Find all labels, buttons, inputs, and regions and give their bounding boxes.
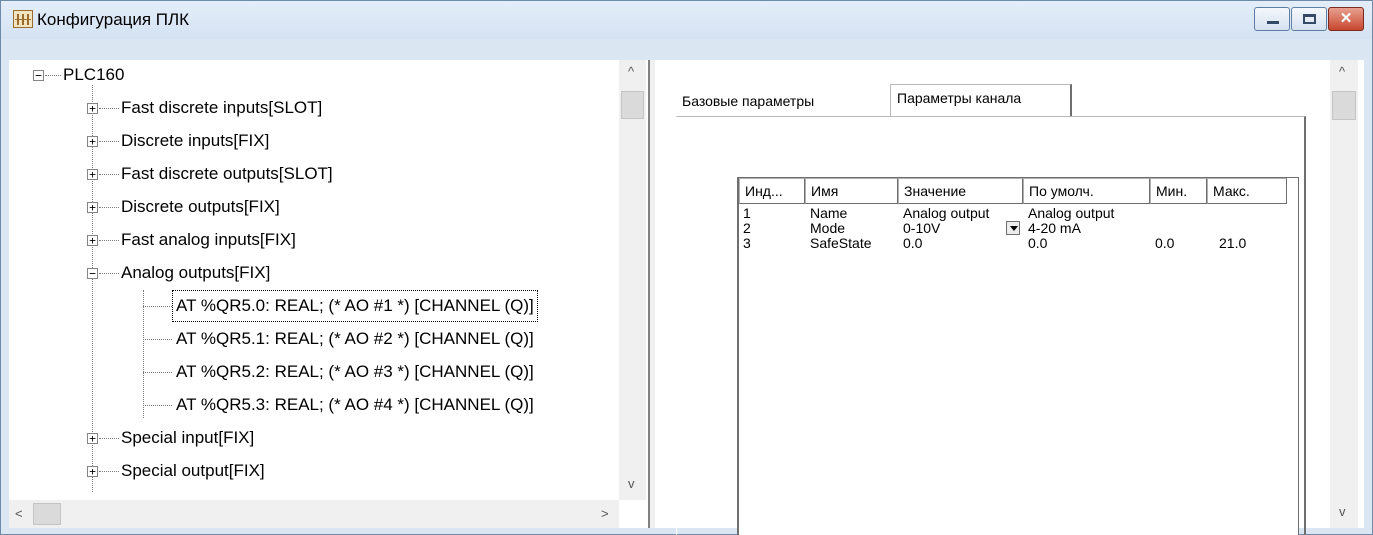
tree-item-label: Analog outputs[FIX] <box>121 263 271 282</box>
cell-index: 2 <box>743 220 751 236</box>
expand-icon[interactable]: + <box>87 103 98 114</box>
tree-item-label: Discrete inputs[FIX] <box>121 131 270 150</box>
cell-max: 21.0 <box>1219 235 1247 251</box>
tree-channel-label: AT %QR5.0: REAL; (* AO #1 *) [CHANNEL (Q… <box>172 290 538 322</box>
close-icon: ✕ <box>1339 10 1353 27</box>
grid-header: Инд... Имя Значение По умолч. Мин. Макс. <box>739 178 1298 204</box>
tab-base-params[interactable]: Базовые параметры <box>676 88 890 116</box>
scroll-right-icon[interactable]: > <box>601 506 609 521</box>
tree-channel-label: AT %QR5.3: REAL; (* AO #4 *) [CHANNEL (Q… <box>176 395 534 414</box>
cell-default: Analog output <box>1028 205 1115 221</box>
title-bar[interactable]: Конфигурация ПЛК ✕ <box>1 1 1372 39</box>
column-header-index[interactable]: Инд... <box>739 178 805 204</box>
tree-item-label: Fast discrete inputs[SLOT] <box>121 98 323 117</box>
tree-item-label: Special input[FIX] <box>121 428 255 447</box>
tree-root-label: PLC160 <box>63 65 125 84</box>
scrollbar-thumb[interactable] <box>1332 91 1356 120</box>
minimize-icon <box>1267 21 1279 24</box>
maximize-icon <box>1303 14 1316 24</box>
tab-channel-params[interactable]: Параметры канала <box>890 84 1072 117</box>
collapse-icon[interactable]: − <box>87 268 98 279</box>
tree-item-label: Fast analog inputs[FIX] <box>121 230 296 249</box>
tree-horizontal-scrollbar[interactable]: < > <box>9 500 619 528</box>
scroll-down-icon[interactable]: v <box>628 476 635 491</box>
cell-value[interactable]: 0-10V <box>903 221 940 236</box>
cell-name: SafeState <box>810 235 872 251</box>
tree-item-label: Discrete outputs[FIX] <box>121 197 280 216</box>
client-area: − PLC160 + Fast discrete inputs[SLOT] + … <box>9 60 1364 535</box>
scroll-up-icon[interactable]: ^ <box>1339 64 1345 79</box>
cell-index: 3 <box>743 235 751 251</box>
column-header-default[interactable]: По умолч. <box>1023 178 1150 204</box>
cell-value[interactable]: Analog output <box>903 206 989 221</box>
params-vertical-scrollbar[interactable]: ^ v <box>1330 60 1358 528</box>
scroll-left-icon[interactable]: < <box>15 506 23 521</box>
cell-default: 4-20 mA <box>1028 220 1081 236</box>
channel-params-grid[interactable]: Инд... Имя Значение По умолч. Мин. Макс.… <box>737 177 1299 535</box>
window-title: Конфигурация ПЛК <box>37 10 190 29</box>
scroll-down-icon[interactable]: v <box>1339 504 1346 519</box>
column-header-max[interactable]: Макс. <box>1207 178 1287 204</box>
expand-icon[interactable]: + <box>87 136 98 147</box>
expand-icon[interactable]: + <box>87 433 98 444</box>
close-button[interactable]: ✕ <box>1328 7 1364 31</box>
tree-channel-label: AT %QR5.1: REAL; (* AO #2 *) [CHANNEL (Q… <box>176 329 534 348</box>
maximize-button[interactable] <box>1291 7 1327 31</box>
pane-splitter[interactable] <box>648 60 656 528</box>
expand-icon[interactable]: + <box>87 466 98 477</box>
config-tree[interactable]: − PLC160 + Fast discrete inputs[SLOT] + … <box>9 60 648 528</box>
tree-channel-label: AT %QR5.2: REAL; (* AO #3 *) [CHANNEL (Q… <box>176 362 534 381</box>
tree-item-label: Fast discrete outputs[SLOT] <box>121 164 333 183</box>
minimize-button[interactable] <box>1254 7 1290 31</box>
scrollbar-thumb[interactable] <box>621 91 644 119</box>
column-header-name[interactable]: Имя <box>805 178 898 204</box>
dropdown-arrow-icon[interactable] <box>1006 221 1020 235</box>
cell-value[interactable]: 0.0 <box>903 236 922 251</box>
tree-guide-line <box>143 290 144 418</box>
plc-config-icon <box>13 10 33 28</box>
tree-item-label: Special output[FIX] <box>121 461 265 480</box>
cell-default: 0.0 <box>1028 235 1048 251</box>
scroll-up-icon[interactable]: ^ <box>628 64 634 79</box>
expand-icon[interactable]: + <box>87 169 98 180</box>
plc-config-window: Конфигурация ПЛК ✕ − PLC160 + Fast discr… <box>0 0 1373 535</box>
expand-icon[interactable]: + <box>87 202 98 213</box>
scrollbar-thumb[interactable] <box>33 503 61 525</box>
parameters-pane: Базовые параметры Параметры канала Инд..… <box>656 60 1364 535</box>
collapse-icon[interactable]: − <box>33 70 44 81</box>
expand-icon[interactable]: + <box>87 235 98 246</box>
cell-name: Mode <box>810 220 846 236</box>
cell-name: Name <box>810 205 848 221</box>
cell-index: 1 <box>743 205 751 221</box>
column-header-value[interactable]: Значение <box>898 178 1023 204</box>
cell-min: 0.0 <box>1155 235 1175 251</box>
tree-vertical-scrollbar[interactable]: ^ v <box>619 60 646 500</box>
column-header-min[interactable]: Мин. <box>1150 178 1207 204</box>
